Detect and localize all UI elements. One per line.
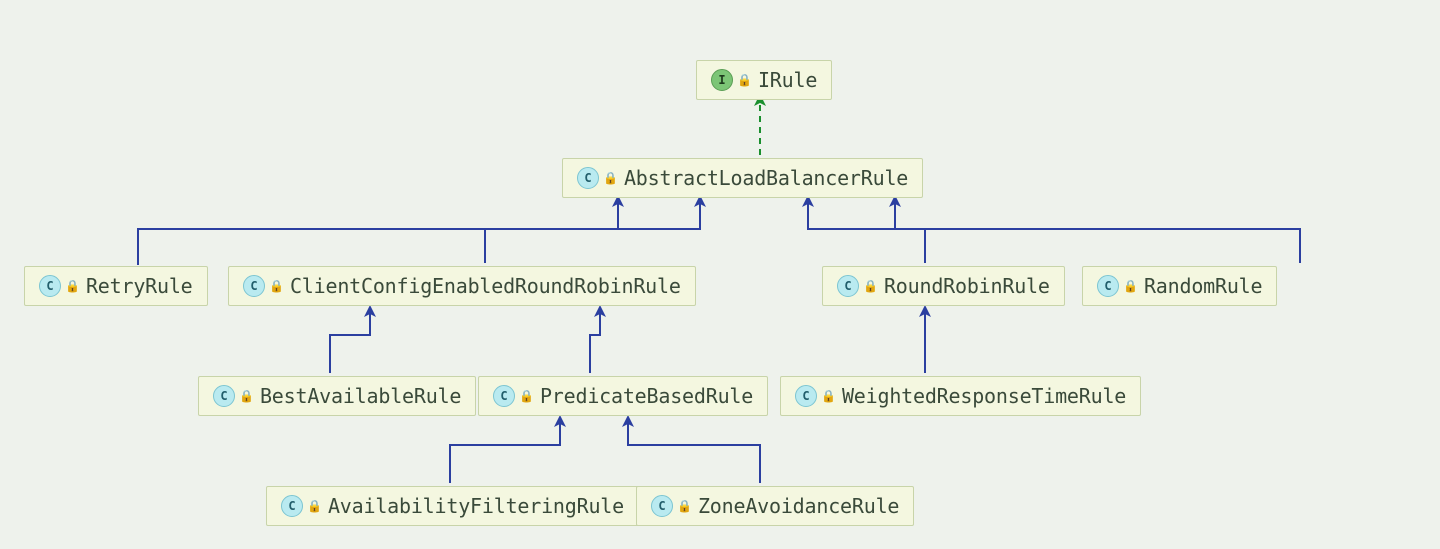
lock-icon: 🔒 xyxy=(519,389,534,403)
class-icon: C xyxy=(837,275,859,297)
edge-random-to-abstract xyxy=(895,201,1300,263)
lock-icon: 🔒 xyxy=(863,279,878,293)
node-label: IRule xyxy=(758,68,817,92)
class-hierarchy-diagram: { "diagram": { "root_interface": "IRule"… xyxy=(0,0,1440,549)
class-icon: C xyxy=(281,495,303,517)
lock-icon: 🔒 xyxy=(65,279,80,293)
edge-predicatebased-to-clientconfig xyxy=(590,311,600,373)
node-roundrobin[interactable]: C 🔒 RoundRobinRule xyxy=(822,266,1065,306)
node-predicatebased[interactable]: C 🔒 PredicateBasedRule xyxy=(478,376,768,416)
edge-zoneavoidance-to-predicatebased xyxy=(628,421,760,483)
node-label: ClientConfigEnabledRoundRobinRule xyxy=(290,274,681,298)
node-label: AvailabilityFilteringRule xyxy=(328,494,624,518)
class-icon: C xyxy=(213,385,235,407)
node-weightedresponse[interactable]: C 🔒 WeightedResponseTimeRule xyxy=(780,376,1141,416)
class-icon: C xyxy=(577,167,599,189)
lock-icon: 🔒 xyxy=(603,171,618,185)
class-icon: C xyxy=(39,275,61,297)
node-random[interactable]: C 🔒 RandomRule xyxy=(1082,266,1277,306)
edge-availabilityfilter-to-predicatebased xyxy=(450,421,560,483)
class-icon: C xyxy=(651,495,673,517)
lock-icon: 🔒 xyxy=(821,389,836,403)
lock-icon: 🔒 xyxy=(239,389,254,403)
node-label: PredicateBasedRule xyxy=(540,384,753,408)
node-label: RetryRule xyxy=(86,274,193,298)
lock-icon: 🔒 xyxy=(307,499,322,513)
node-label: ZoneAvoidanceRule xyxy=(698,494,899,518)
node-label: AbstractLoadBalancerRule xyxy=(624,166,908,190)
node-label: RandomRule xyxy=(1144,274,1262,298)
edge-roundrobin-to-abstract xyxy=(808,201,925,263)
edge-bestavailable-to-clientconfig xyxy=(330,311,370,373)
node-irule[interactable]: I 🔒 IRule xyxy=(696,60,832,100)
interface-icon: I xyxy=(711,69,733,91)
class-icon: C xyxy=(1097,275,1119,297)
class-icon: C xyxy=(493,385,515,407)
class-icon: C xyxy=(243,275,265,297)
edge-retry-to-abstract xyxy=(138,201,618,265)
lock-icon: 🔒 xyxy=(1123,279,1138,293)
node-clientconfig[interactable]: C 🔒 ClientConfigEnabledRoundRobinRule xyxy=(228,266,696,306)
node-bestavailable[interactable]: C 🔒 BestAvailableRule xyxy=(198,376,476,416)
lock-icon: 🔒 xyxy=(677,499,692,513)
edge-clientconfig-to-abstract xyxy=(485,201,700,263)
node-label: BestAvailableRule xyxy=(260,384,461,408)
node-zoneavoidance[interactable]: C 🔒 ZoneAvoidanceRule xyxy=(636,486,914,526)
node-availabilityfilter[interactable]: C 🔒 AvailabilityFilteringRule xyxy=(266,486,639,526)
node-label: WeightedResponseTimeRule xyxy=(842,384,1126,408)
node-retry[interactable]: C 🔒 RetryRule xyxy=(24,266,208,306)
lock-icon: 🔒 xyxy=(269,279,284,293)
node-label: RoundRobinRule xyxy=(884,274,1050,298)
node-abstract[interactable]: C 🔒 AbstractLoadBalancerRule xyxy=(562,158,923,198)
class-icon: C xyxy=(795,385,817,407)
lock-icon: 🔒 xyxy=(737,73,752,87)
